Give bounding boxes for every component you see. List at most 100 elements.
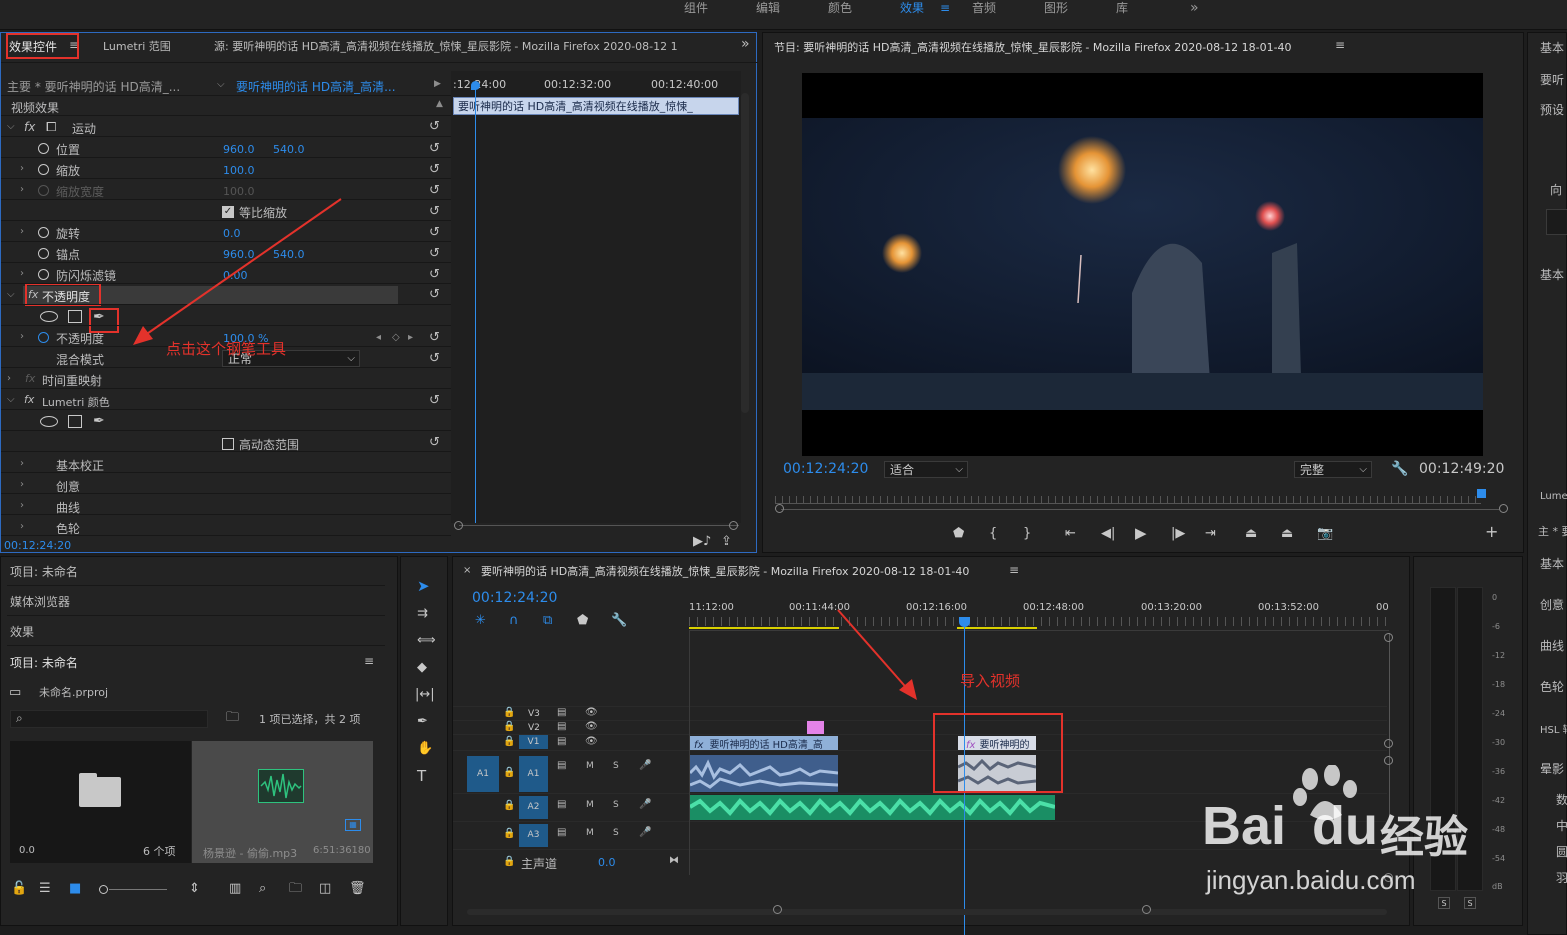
ec-zoom-bar[interactable] (459, 525, 739, 526)
h-scroll-track[interactable] (467, 909, 1387, 915)
lock-track-icon[interactable]: 🔒 (503, 721, 515, 732)
hdr-checkbox[interactable] (222, 438, 234, 450)
ec-scrollbar[interactable] (741, 93, 749, 413)
list-view-icon[interactable]: ☰ (39, 882, 51, 896)
h-scroll-handle-right[interactable] (1142, 905, 1151, 914)
mute-a3[interactable]: M (586, 828, 594, 838)
eye-icon[interactable]: 👁 (585, 736, 598, 747)
tab-effects[interactable]: 效果 (10, 623, 34, 640)
linked-selection-icon[interactable]: ⧉ (543, 614, 552, 628)
track-v2[interactable]: V2 (528, 723, 540, 733)
master-end-icon[interactable]: ⧓ (669, 855, 679, 866)
ec-playhead[interactable] (475, 83, 476, 523)
mic-icon[interactable]: 🎤 (639, 799, 651, 810)
bin-thumbnail[interactable]: 0.0 6 个项 (10, 741, 191, 863)
snap-icon[interactable]: ∩ (509, 614, 519, 628)
v2-clip-pink[interactable] (807, 721, 824, 734)
mic-icon[interactable]: 🎤 (639, 827, 651, 838)
expand-icon[interactable]: › (7, 373, 11, 384)
fx-icon[interactable]: fx (24, 393, 34, 406)
scale-value[interactable]: 100.0 (223, 164, 255, 177)
sync-lock-icon[interactable]: ▤ (557, 799, 566, 810)
add-keyframe-icon[interactable]: ◇ (392, 332, 400, 343)
fx-icon[interactable]: fx (24, 120, 35, 134)
program-title[interactable]: 节目: 要听神明的话 HD高清_高清视频在线播放_惊悚_星辰影院 - Mozil… (774, 39, 1334, 55)
go-to-in-icon[interactable]: ⇤ (1065, 527, 1076, 541)
reset-icon[interactable]: ↺ (429, 268, 443, 281)
lock-track-icon[interactable]: 🔒 (503, 707, 515, 718)
a1-clip-1[interactable] (690, 755, 838, 792)
step-forward-icon[interactable]: |▶ (1171, 527, 1185, 541)
track-select-tool-icon[interactable]: ⇉ (417, 607, 428, 621)
ec-timeline[interactable] (451, 71, 741, 523)
tab-lumetri-scopes[interactable]: Lumetri 范围 (103, 38, 171, 54)
lock-track-icon[interactable]: 🔒 (503, 856, 515, 867)
program-playhead[interactable] (1477, 489, 1486, 498)
v1-clip-1[interactable]: fx 要听神明的话 HD高清_高 (690, 736, 838, 750)
sync-lock-icon[interactable]: ▤ (557, 827, 566, 838)
program-ruler[interactable] (775, 496, 1481, 504)
pen-tool-icon[interactable]: ✒ (417, 715, 428, 729)
h-scroll-handle-left[interactable] (773, 905, 782, 914)
collapse-icon[interactable]: ⌵ (7, 394, 15, 405)
a2-clip[interactable] (690, 795, 1055, 820)
hand-tool-icon[interactable]: ✋ (417, 742, 433, 756)
video-frame[interactable] (802, 73, 1483, 456)
reset-icon[interactable]: ↺ (429, 436, 443, 449)
workspace-more-icon[interactable]: » (1190, 0, 1199, 16)
new-bin-from-search-icon[interactable]: 🗀 (226, 711, 239, 725)
track-v3[interactable]: V3 (528, 709, 540, 719)
stopwatch-icon[interactable] (38, 269, 49, 280)
stopwatch-icon[interactable] (38, 248, 49, 259)
mute-a1[interactable]: M (586, 761, 594, 771)
stopwatch-icon[interactable] (38, 332, 49, 343)
zoom-slider[interactable] (109, 889, 167, 890)
workspace-tab-color[interactable]: 颜色 (828, 0, 852, 16)
workspace-tab-audio[interactable]: 音频 (972, 0, 996, 16)
panel-menu-icon[interactable]: ≡ (1009, 563, 1019, 577)
right-input[interactable] (1546, 209, 1567, 235)
ripple-edit-tool-icon[interactable]: ⟺ (417, 634, 436, 648)
zoom-slider-handle[interactable] (99, 885, 108, 894)
panel-more-icon[interactable]: » (741, 36, 750, 52)
zoom-handle-right[interactable] (729, 521, 738, 530)
track-a3[interactable]: A3 (519, 824, 548, 847)
tab-project-1[interactable]: 项目: 未命名 (10, 563, 78, 580)
eye-icon[interactable]: 👁 (585, 721, 598, 732)
right-item-dir[interactable]: 向 (1550, 181, 1562, 198)
workspace-tab-effects[interactable]: 效果 (900, 0, 924, 16)
expand-icon[interactable]: › (20, 331, 24, 342)
track-v1[interactable]: V1 (519, 735, 548, 749)
program-zoom-bar[interactable] (781, 509, 1499, 510)
find-icon[interactable]: ⌕ (259, 882, 266, 896)
collapse-icon[interactable]: ⌵ (7, 121, 15, 132)
timeline-timecode[interactable]: 00:12:24:20 (472, 590, 557, 606)
reset-icon[interactable]: ↺ (429, 163, 443, 176)
right-item-vignette[interactable]: 晕影 (1540, 760, 1564, 777)
source-a1[interactable]: A1 (467, 756, 499, 792)
step-back-icon[interactable]: ◀| (1101, 527, 1115, 541)
sync-lock-icon[interactable]: ▤ (557, 721, 566, 732)
expand-icon[interactable]: › (20, 479, 24, 490)
v-scroll-handle-mid[interactable] (1384, 739, 1393, 748)
solo-a1[interactable]: S (613, 761, 619, 771)
selection-tool-icon[interactable]: ➤ (417, 579, 430, 594)
automate-icon[interactable]: ▥ (229, 882, 241, 896)
icon-view-icon[interactable]: ■ (69, 882, 81, 896)
lock-track-icon[interactable]: 🔒 (503, 767, 515, 778)
program-timecode[interactable]: 00:12:24:20 (783, 461, 868, 477)
extract-icon[interactable]: ⏏ (1281, 527, 1293, 541)
solo-a2[interactable]: S (613, 800, 619, 810)
reset-icon[interactable]: ↺ (429, 331, 443, 344)
master-volume[interactable]: 0.0 (598, 856, 616, 869)
track-a1[interactable]: A1 (519, 756, 548, 792)
tab-project-active[interactable]: 项目: 未命名 (10, 654, 78, 671)
prev-keyframe-icon[interactable]: ◂ (376, 332, 381, 343)
lock-track-icon[interactable]: 🔒 (503, 800, 515, 811)
sync-lock-icon[interactable]: ▤ (557, 707, 566, 718)
workspace-menu-icon[interactable]: ≡ (940, 0, 950, 16)
trash-icon[interactable]: 🗑 (349, 882, 366, 896)
right-item-creative[interactable]: 创意 (1540, 596, 1564, 613)
workspace-tab-libraries[interactable]: 库 (1116, 0, 1128, 16)
sort-icon[interactable]: ⇕ (189, 882, 200, 896)
